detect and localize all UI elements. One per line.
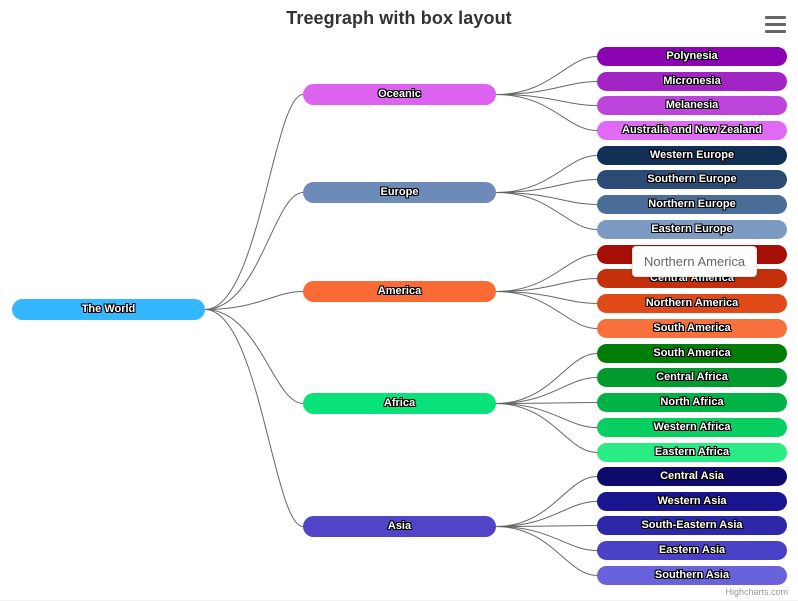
node-label: Central Africa: [656, 371, 728, 383]
link-europe-to-eastern-europe: [495, 192, 598, 230]
node-label: Western Asia: [657, 495, 727, 507]
treegraph-node-australia-nz[interactable]: Australia and New Zealand: [597, 121, 787, 140]
link-europe-to-northern-europe: [495, 192, 598, 205]
treegraph-node-oceanic[interactable]: Oceanic: [303, 84, 496, 105]
node-label: Australia and New Zealand: [622, 124, 762, 136]
link-africa-to-eastern-africa: [495, 403, 598, 453]
link-world-to-america: [204, 291, 304, 310]
treegraph-node-europe[interactable]: Europe: [303, 182, 496, 203]
node-label: Oceanic: [378, 88, 421, 100]
node-label: South America: [653, 322, 731, 334]
node-label: South-Eastern Asia: [641, 519, 743, 531]
page-title: Treegraph with box layout: [286, 8, 512, 28]
treegraph-node-south-america-green[interactable]: South America: [597, 344, 787, 363]
link-world-to-oceanic: [204, 94, 304, 310]
link-america-to-central-america: [495, 278, 598, 292]
node-label: Polynesia: [666, 50, 718, 62]
node-label: Central America: [650, 272, 734, 284]
treegraph-node-south-america-orange[interactable]: South America: [597, 319, 787, 338]
node-label: Asia: [387, 520, 412, 532]
node-label: Eastern Asia: [658, 544, 726, 556]
treegraph-node-polynesia[interactable]: Polynesia: [597, 47, 787, 66]
node-label: North Africa: [660, 396, 724, 408]
treegraph-node-western-asia[interactable]: Western Asia: [597, 492, 787, 511]
link-america-to-south-america-orange: [495, 291, 598, 329]
node-label: Southern Asia: [654, 569, 730, 581]
node-label: Northern America: [645, 297, 739, 309]
link-africa-to-south-america-green: [495, 353, 598, 404]
node-label: Eastern Europe: [651, 223, 733, 235]
hamburger-bar-3: [764, 29, 786, 33]
treegraph-node-western-africa[interactable]: Western Africa: [597, 418, 787, 437]
treegraph-node-north-africa[interactable]: North Africa: [597, 393, 787, 412]
treegraph-node-northern-america-tip[interactable]: Northern America: [597, 245, 787, 264]
node-label: Southern Europe: [647, 173, 737, 185]
node-label: The World: [81, 303, 136, 315]
link-africa-to-western-africa: [495, 403, 598, 428]
treegraph-node-world[interactable]: The World: [12, 299, 205, 320]
node-label: Western Europe: [649, 149, 735, 161]
link-asia-to-southern-asia: [495, 526, 598, 576]
node-label: Europe: [380, 186, 419, 198]
link-asia-to-south-eastern-asia: [495, 525, 598, 527]
treegraph-node-eastern-africa[interactable]: Eastern Africa: [597, 443, 787, 462]
treegraph-node-africa[interactable]: Africa: [303, 393, 496, 414]
link-oceanic-to-australia-nz: [495, 94, 598, 131]
node-label: Western Africa: [653, 421, 731, 433]
treegraph-node-melanesia[interactable]: Melanesia: [597, 96, 787, 115]
link-oceanic-to-micronesia: [495, 81, 598, 95]
treegraph-node-micronesia[interactable]: Micronesia: [597, 72, 787, 91]
link-asia-to-eastern-asia: [495, 526, 598, 551]
treegraph-node-central-america[interactable]: Central America: [597, 269, 787, 288]
link-america-to-northern-america-tip: [495, 254, 598, 292]
credits-link[interactable]: Highcharts.com: [725, 587, 788, 597]
node-label: Northern America: [645, 248, 739, 260]
link-asia-to-central-asia: [495, 476, 598, 527]
node-label: Eastern Africa: [654, 446, 730, 458]
hamburger-bar-2: [764, 22, 786, 26]
treegraph-node-south-eastern-asia[interactable]: South-Eastern Asia: [597, 516, 787, 535]
treegraph-node-eastern-europe[interactable]: Eastern Europe: [597, 220, 787, 239]
treegraph-node-northern-america[interactable]: Northern America: [597, 294, 787, 313]
treegraph-node-asia[interactable]: Asia: [303, 516, 496, 537]
node-label: America: [377, 285, 422, 297]
link-europe-to-southern-europe: [495, 179, 598, 193]
treegraph-node-northern-europe[interactable]: Northern Europe: [597, 195, 787, 214]
treegraph-node-america[interactable]: America: [303, 281, 496, 302]
treegraph-chart: Treegraph with box layout The World Ocean…: [0, 0, 798, 601]
hamburger-bar-1: [764, 15, 786, 19]
treegraph-node-central-asia[interactable]: Central Asia: [597, 467, 787, 486]
treegraph-node-eastern-asia[interactable]: Eastern Asia: [597, 541, 787, 560]
hamburger-icon[interactable]: [760, 10, 790, 38]
link-world-to-europe: [204, 192, 304, 310]
link-europe-to-western-europe: [495, 155, 598, 193]
treegraph-node-southern-europe[interactable]: Southern Europe: [597, 170, 787, 189]
link-america-to-northern-america: [495, 291, 598, 304]
treegraph-node-southern-asia[interactable]: Southern Asia: [597, 566, 787, 585]
link-oceanic-to-melanesia: [495, 94, 598, 106]
node-label: Africa: [383, 397, 416, 409]
node-label: Micronesia: [663, 75, 721, 87]
link-world-to-africa: [204, 309, 304, 404]
treegraph-node-central-africa[interactable]: Central Africa: [597, 368, 787, 387]
treegraph-node-western-europe[interactable]: Western Europe: [597, 146, 787, 165]
link-oceanic-to-polynesia: [495, 56, 598, 95]
link-world-to-asia: [204, 309, 304, 527]
node-label: Melanesia: [665, 99, 719, 111]
node-label: Central Asia: [660, 470, 724, 482]
link-africa-to-north-africa: [495, 402, 598, 404]
link-asia-to-western-asia: [495, 501, 598, 527]
link-africa-to-central-africa: [495, 377, 598, 404]
node-label: Northern Europe: [648, 198, 736, 210]
node-label: South America: [653, 347, 731, 359]
